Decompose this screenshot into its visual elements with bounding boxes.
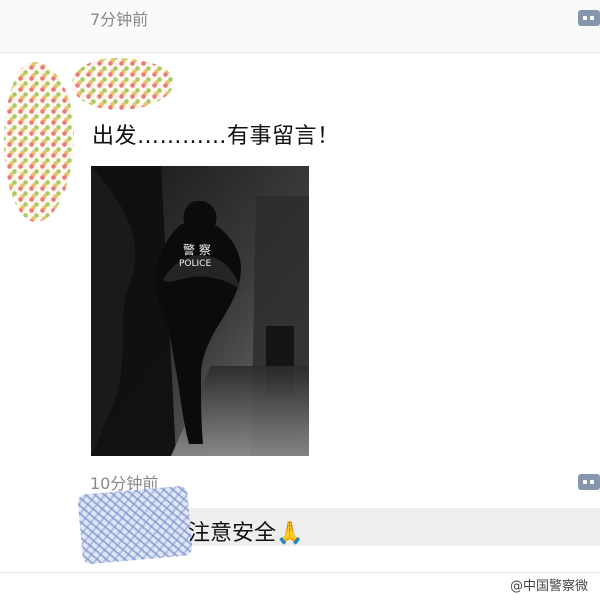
post-photo[interactable]: 警 察 POLICE [91, 166, 309, 456]
svg-text:POLICE: POLICE [179, 259, 211, 269]
commenter-avatar[interactable] [77, 485, 193, 565]
divider [0, 52, 600, 53]
police-photo: 警 察 POLICE [91, 166, 309, 456]
svg-text:警 察: 警 察 [183, 242, 211, 257]
comment-text: 注意安全🙏 [188, 521, 304, 546]
divider [0, 572, 600, 573]
timestamp: 7分钟前 [90, 10, 149, 29]
avatar[interactable] [4, 62, 74, 222]
comment-icon[interactable] [578, 10, 600, 26]
post-text: 出发…………有事留言！ [92, 124, 340, 149]
watermark: @中国警察微 [509, 579, 588, 594]
avatar-overlay [72, 58, 174, 110]
comment-icon[interactable] [578, 474, 600, 490]
